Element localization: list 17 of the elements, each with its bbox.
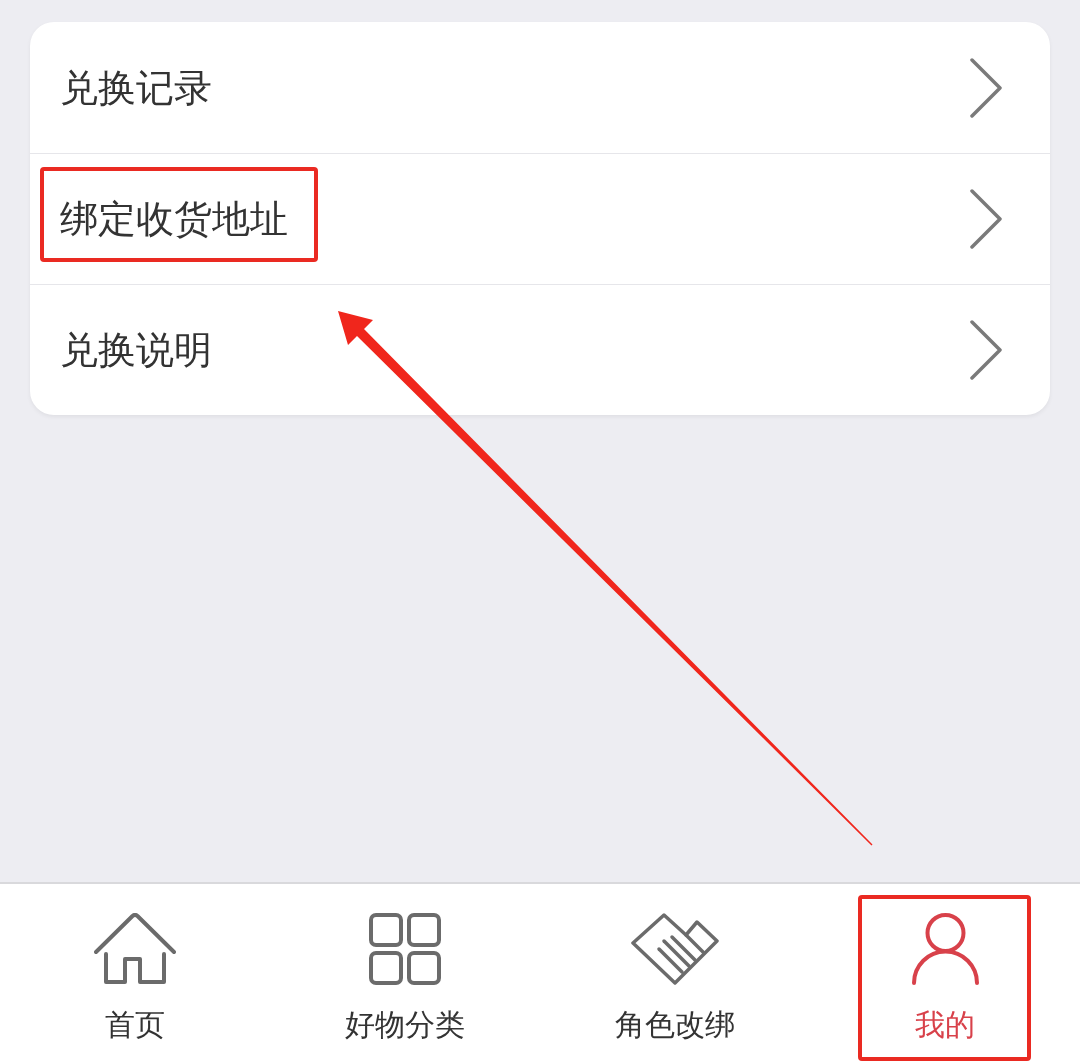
user-icon xyxy=(911,913,979,985)
chevron-right-icon xyxy=(970,189,1002,249)
chevron-right-icon xyxy=(970,57,1002,118)
tab-label: 好物分类 xyxy=(345,1007,465,1043)
tab-label: 首页 xyxy=(105,1007,165,1043)
tab[interactable]: 角色改绑 xyxy=(540,884,810,1063)
menu-item[interactable]: 兑换记录 xyxy=(30,22,1050,153)
tab[interactable]: 首页 xyxy=(0,884,270,1063)
tab-label: 我的 xyxy=(915,1007,975,1043)
handshake-icon xyxy=(631,913,719,985)
chevron-right-icon xyxy=(970,320,1002,380)
tab[interactable]: 我的 xyxy=(810,884,1080,1063)
menu-item[interactable]: 绑定收货地址 xyxy=(30,153,1050,284)
tab[interactable]: 好物分类 xyxy=(270,884,540,1063)
home-icon xyxy=(94,913,176,985)
tab-label: 角色改绑 xyxy=(615,1007,735,1043)
grid-icon xyxy=(369,913,441,985)
